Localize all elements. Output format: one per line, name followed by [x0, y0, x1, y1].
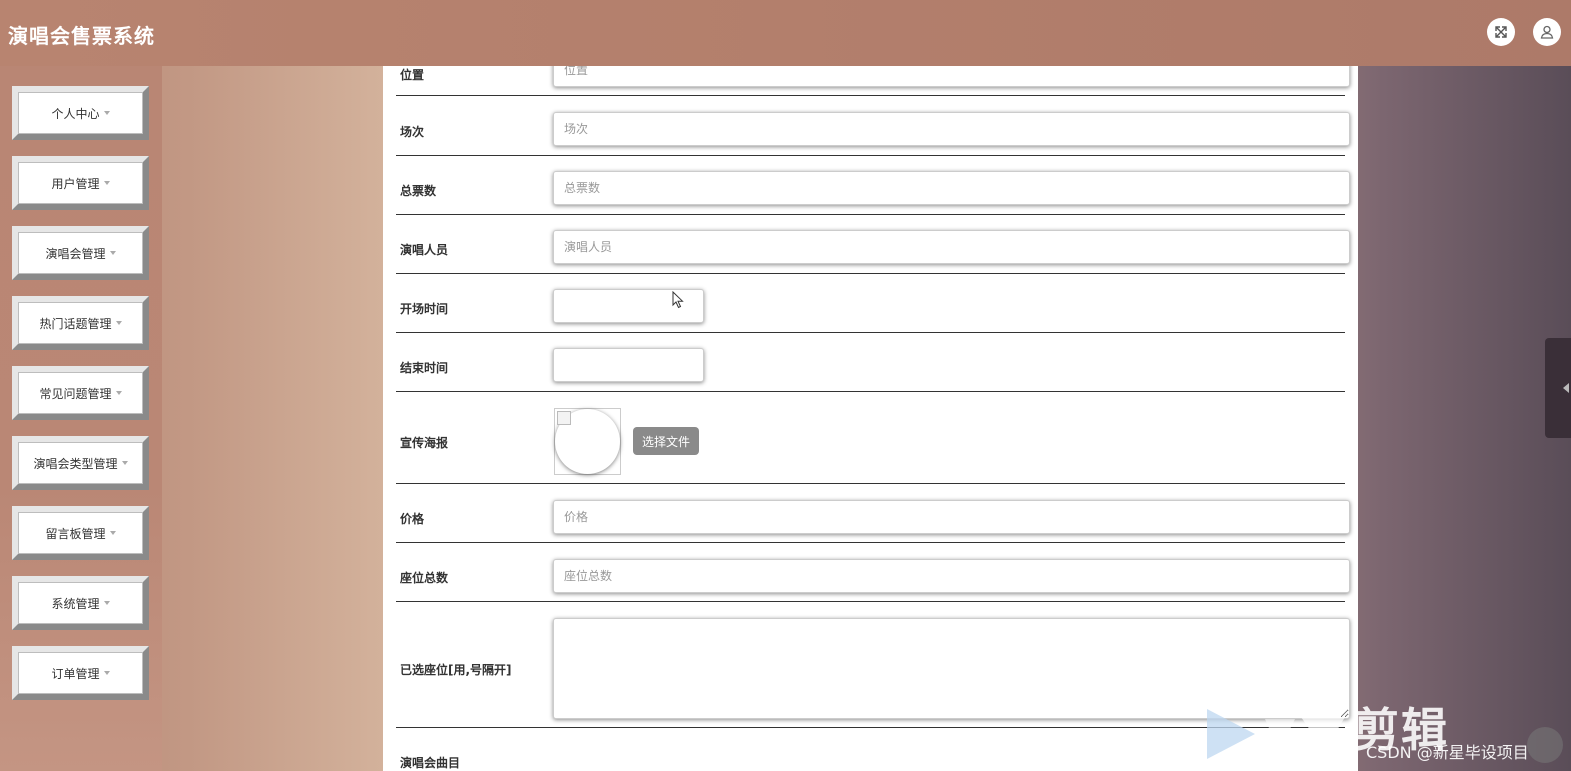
sidebar-item-label: 用户管理 [51, 176, 100, 191]
songs-label: 演唱会曲目 [400, 756, 461, 770]
form-row-start-time: 开场时间 [396, 274, 1345, 333]
sidebar-item-label: 演唱会管理 [45, 246, 106, 261]
app-title: 演唱会售票系统 [8, 24, 155, 48]
form-panel: 位置 场次 总票数 演唱人员 开场时间 结束时间 宣传海报 选择文件 价格 [383, 66, 1358, 771]
sidebar-item-label: 常见问题管理 [39, 386, 112, 401]
chevron-down-icon [103, 181, 110, 185]
session-label: 场次 [400, 125, 425, 139]
end-time-label: 结束时间 [400, 361, 449, 375]
form-row-end-time: 结束时间 [396, 333, 1345, 392]
total-tickets-label: 总票数 [400, 184, 437, 198]
sidebar-item-hot-topic-management[interactable]: 热门话题管理 [12, 296, 149, 350]
form-row-price: 价格 [396, 484, 1350, 543]
seat-total-input[interactable] [553, 559, 1350, 593]
end-time-input[interactable] [553, 348, 704, 382]
total-tickets-input[interactable] [553, 171, 1350, 205]
selected-seats-textarea[interactable] [553, 618, 1350, 719]
watermark-circle [1527, 727, 1563, 763]
sidebar-item-label: 留言板管理 [45, 526, 106, 541]
price-input[interactable] [553, 500, 1350, 534]
chevron-down-icon [115, 321, 122, 325]
sidebar-item-label: 演唱会类型管理 [33, 456, 118, 471]
sidebar-item-user-management[interactable]: 用户管理 [12, 156, 149, 210]
chevron-down-icon [103, 601, 110, 605]
sidebar-item-order-management[interactable]: 订单管理 [12, 646, 149, 700]
seat-total-label: 座位总数 [400, 571, 449, 585]
sidebar: 个人中心 用户管理 演唱会管理 热门话题管理 常见问题管理 演唱会类型管理 留言… [0, 66, 162, 771]
form-row-songs: 演唱会曲目 [396, 728, 1345, 771]
fullscreen-icon[interactable] [1487, 18, 1515, 46]
sidebar-item-personal-center[interactable]: 个人中心 [12, 86, 149, 140]
sidebar-item-label: 系统管理 [51, 596, 100, 611]
sidebar-item-concert-management[interactable]: 演唱会管理 [12, 226, 149, 280]
performers-label: 演唱人员 [400, 243, 449, 257]
sidebar-item-concert-type-management[interactable]: 演唱会类型管理 [12, 436, 149, 490]
chevron-down-icon [121, 461, 128, 465]
choose-file-button[interactable]: 选择文件 [633, 427, 700, 455]
location-label: 位置 [400, 68, 425, 82]
performers-input[interactable] [553, 230, 1350, 264]
chevron-down-icon [103, 671, 110, 675]
start-time-label: 开场时间 [400, 302, 449, 316]
sidebar-item-faq-management[interactable]: 常见问题管理 [12, 366, 149, 420]
price-label: 价格 [400, 512, 425, 526]
form-row-session: 场次 [396, 96, 1350, 156]
sidebar-item-system-management[interactable]: 系统管理 [12, 576, 149, 630]
chevron-down-icon [109, 531, 116, 535]
user-icon[interactable] [1533, 18, 1561, 46]
mouse-cursor-icon [672, 291, 684, 309]
form-row-performers: 演唱人员 [396, 215, 1350, 274]
poster-label: 宣传海报 [400, 436, 449, 450]
form-row-poster: 宣传海报 选择文件 [396, 392, 1345, 484]
watermark-credit: CSDN @新星毕设项目 [1366, 743, 1529, 762]
location-input[interactable] [553, 66, 1350, 87]
chevron-down-icon [103, 111, 110, 115]
top-header: 演唱会售票系统 [0, 0, 1571, 66]
chevron-left-icon [1563, 383, 1569, 393]
selected-seats-label: 已选座位[用,号隔开] [400, 663, 512, 677]
session-input[interactable] [553, 112, 1350, 146]
form-row-total-tickets: 总票数 [396, 156, 1350, 215]
form-row-selected-seats: 已选座位[用,号隔开] [396, 602, 1350, 728]
form-row-location: 位置 [396, 66, 1350, 96]
sidebar-item-message-board-management[interactable]: 留言板管理 [12, 506, 149, 560]
form-row-seat-total: 座位总数 [396, 543, 1350, 602]
sidebar-item-label: 热门话题管理 [39, 316, 112, 331]
poster-preview[interactable] [554, 408, 621, 475]
broken-image-icon [557, 411, 571, 425]
chevron-down-icon [109, 251, 116, 255]
watermark-logo-icon [1207, 709, 1345, 759]
sidebar-item-label: 个人中心 [51, 106, 100, 121]
chevron-down-icon [115, 391, 122, 395]
sidebar-item-label: 订单管理 [51, 666, 100, 681]
